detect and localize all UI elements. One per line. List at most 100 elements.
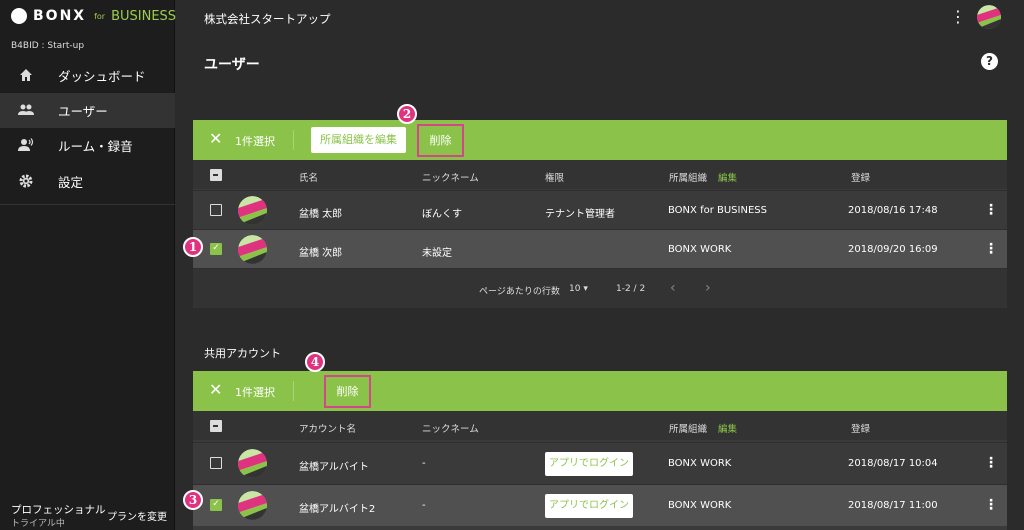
cell-org: BONX WORK (668, 244, 732, 255)
col-org: 所属組織 (669, 424, 708, 435)
row-menu-icon[interactable]: ⋮ (984, 201, 998, 219)
change-plan-link[interactable]: プランを変更 (107, 508, 167, 523)
sidebar-item-rooms[interactable]: ルーム・録音 (0, 128, 175, 163)
select-all-checkbox[interactable] (210, 420, 222, 432)
row-checkbox[interactable]: ✓ (210, 243, 222, 255)
divider (293, 381, 294, 401)
row-menu-icon[interactable]: ⋮ (984, 454, 998, 472)
sidebar-item-label: ユーザー (58, 104, 108, 119)
home-icon (18, 68, 34, 84)
sidebar: BONX for BUSINESS B4BID : Start-up ダッシュボ… (0, 0, 176, 530)
avatar[interactable] (977, 5, 1001, 29)
close-icon[interactable]: ✕ (209, 129, 222, 149)
close-icon[interactable]: ✕ (209, 380, 222, 400)
avatar (238, 235, 267, 264)
selection-bar: ✕ 1件選択 所属組織を編集 削除 (193, 120, 1007, 160)
rows-per-page-select[interactable]: 10 ▾ (569, 284, 588, 294)
users-card: ✕ 1件選択 所属組織を編集 削除 氏名 ニックネーム 権限 所属組織 編集 登… (193, 120, 1007, 308)
more-vert-icon[interactable]: ⋮ (950, 8, 966, 26)
col-name: 氏名 (299, 173, 319, 184)
sidebar-item-label: ルーム・録音 (58, 139, 133, 154)
cell-org: BONX for BUSINESS (668, 205, 767, 216)
col-registered: 登録 (851, 424, 871, 435)
page-title: ユーザー (204, 57, 260, 73)
select-all-checkbox[interactable] (210, 169, 222, 181)
section-title: 共用アカウント (204, 347, 281, 360)
cell-name: 盆橋 太郎 (299, 209, 343, 220)
row-menu-icon[interactable]: ⋮ (984, 496, 998, 514)
people-icon (18, 103, 34, 119)
sidebar-item-dashboard[interactable]: ダッシュボード (0, 58, 175, 93)
cell-role: テナント管理者 (545, 209, 615, 220)
cell-registered: 2018/08/16 17:48 (848, 205, 938, 216)
sidebar-item-users[interactable]: ユーザー (0, 93, 175, 128)
plan-status: トライアル中 (11, 519, 65, 529)
table-row[interactable]: ✓ 盆橋アルバイト2 - アプリでログイン BONX WORK 2018/08/… (193, 484, 1007, 526)
selection-bar: ✕ 1件選択 削除 (193, 371, 1007, 411)
cell-nickname: ぼんくす (422, 209, 462, 220)
cell-registered: 2018/08/17 11:00 (848, 500, 938, 511)
app-login-button[interactable]: アプリでログイン (545, 494, 633, 518)
cell-account-name: 盆橋アルバイト2 (299, 504, 376, 515)
cell-account-name: 盆橋アルバイト (299, 462, 369, 473)
company-name: 株式会社スタートアップ (204, 12, 331, 26)
prev-page-icon[interactable]: ‹ (670, 280, 676, 296)
selection-count: 1件選択 (235, 386, 275, 399)
avatar (238, 196, 267, 225)
plan-name: プロフェッショナル (11, 504, 106, 516)
selection-count: 1件選択 (235, 135, 275, 148)
table-header: 氏名 ニックネーム 権限 所属組織 編集 登録 (193, 160, 1007, 189)
cell-nickname: - (422, 458, 426, 469)
row-checkbox[interactable] (210, 204, 222, 216)
avatar (238, 491, 267, 520)
col-org: 所属組織 (669, 173, 708, 184)
app-login-button[interactable]: アプリでログイン (545, 452, 633, 476)
row-checkbox[interactable] (210, 457, 222, 469)
col-registered: 登録 (851, 173, 871, 184)
table-row[interactable]: 盆橋アルバイト - アプリでログイン BONX WORK 2018/08/17 … (193, 442, 1007, 484)
col-nickname: ニックネーム (422, 424, 479, 435)
delete-button[interactable]: 削除 (417, 124, 464, 157)
page-range: 1-2 / 2 (616, 284, 646, 294)
voice-room-icon (18, 138, 34, 154)
logo-mark-icon (11, 8, 27, 24)
rows-per-page-value: 10 (569, 284, 581, 294)
table-row[interactable]: 盆橋 太郎 ぼんくす テナント管理者 BONX for BUSINESS 201… (193, 190, 1007, 229)
cell-nickname: - (422, 500, 426, 511)
col-account-name: アカウント名 (299, 424, 357, 435)
divider (293, 130, 294, 150)
next-page-icon[interactable]: › (705, 280, 711, 296)
brand-business: BUSINESS (111, 8, 177, 24)
table-pagination: ページあたりの行数 10 ▾ 1-2 / 2 ‹ › (193, 268, 1007, 308)
row-menu-icon[interactable]: ⋮ (984, 240, 998, 258)
rows-per-page-label: ページあたりの行数 (479, 287, 560, 297)
cell-name: 盆橋 次郎 (299, 248, 343, 259)
org-edit-link[interactable]: 編集 (718, 170, 737, 184)
help-icon[interactable]: ? (981, 53, 998, 70)
cell-org: BONX WORK (668, 500, 732, 511)
sidebar-item-label: 設定 (58, 175, 84, 190)
sidebar-item-settings[interactable]: 設定 (0, 164, 175, 199)
brand-name: BONX (33, 8, 87, 24)
cell-nickname: 未設定 (422, 248, 452, 259)
delete-button[interactable]: 削除 (324, 375, 371, 408)
sidebar-item-label: ダッシュボード (58, 69, 146, 84)
annotation-badge-3: 3 (183, 490, 203, 510)
cell-org: BONX WORK (668, 458, 732, 469)
edit-org-button[interactable]: 所属組織を編集 (311, 127, 406, 153)
cell-registered: 2018/08/17 10:04 (848, 458, 938, 469)
brand-logo: BONX for BUSINESS (11, 7, 176, 25)
col-role: 権限 (545, 173, 565, 184)
gear-icon (18, 174, 34, 190)
col-nickname: ニックネーム (422, 173, 479, 184)
shared-accounts-card: ✕ 1件選択 削除 アカウント名 ニックネーム 所属組織 編集 登録 盆橋アルバ… (193, 371, 1007, 530)
annotation-badge-4: 4 (305, 352, 325, 372)
table-row[interactable]: ✓ 盆橋 次郎 未設定 BONX WORK 2018/09/20 16:09 ⋮ (193, 229, 1007, 268)
avatar (238, 449, 267, 478)
annotation-badge-1: 1 (183, 237, 203, 257)
tenant-id: B4BID : Start-up (11, 41, 85, 51)
row-checkbox[interactable]: ✓ (210, 499, 222, 511)
sidebar-divider (0, 204, 175, 205)
org-edit-link[interactable]: 編集 (718, 421, 737, 435)
brand-for: for (94, 11, 106, 21)
